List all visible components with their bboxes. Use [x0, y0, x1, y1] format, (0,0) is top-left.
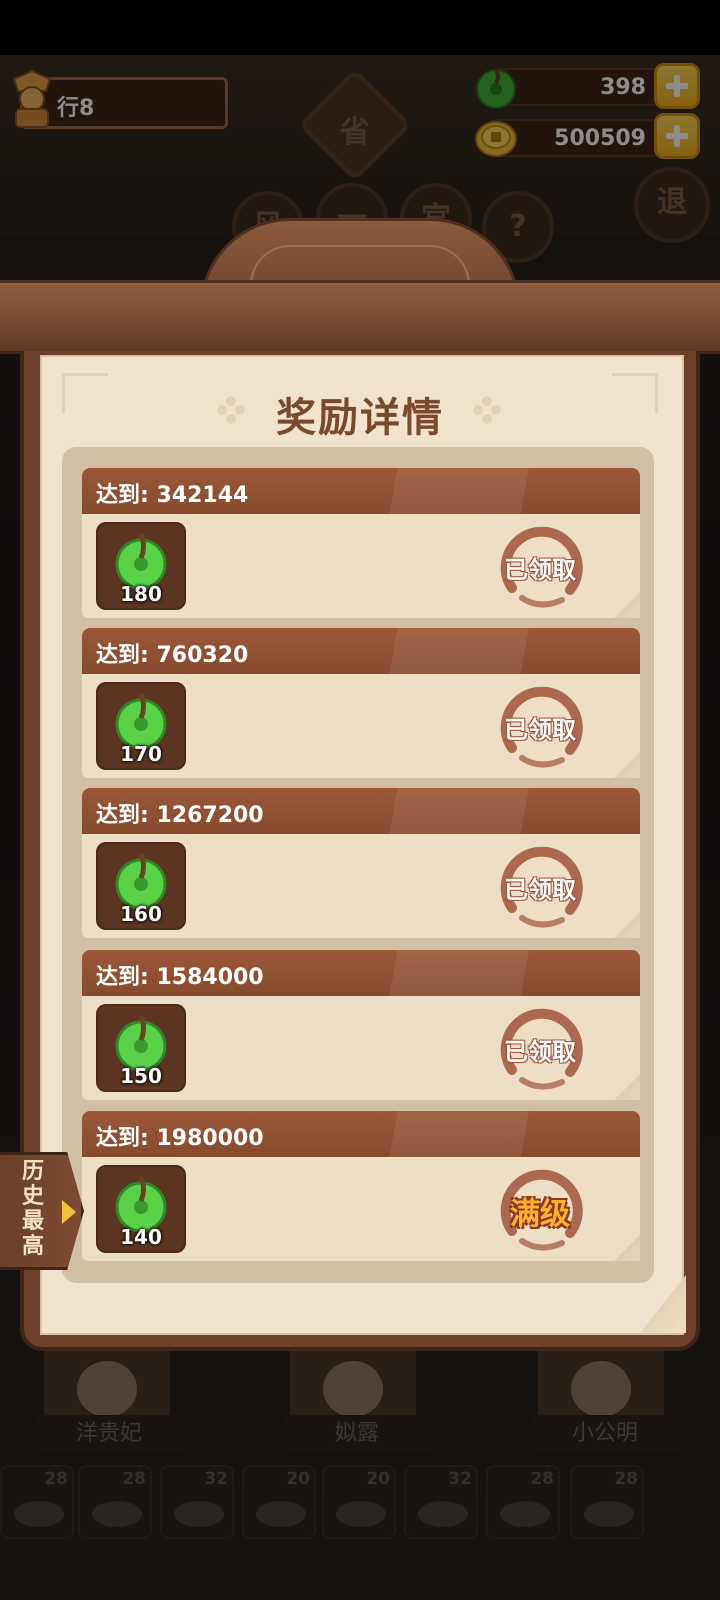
row-threshold-label: 达到: 1267200 [96, 803, 264, 828]
reward-count: 160 [120, 902, 162, 926]
row-body: 150 已领取 [82, 996, 640, 1100]
reward-row: 达到: 342144 180 已领取 [82, 468, 640, 618]
claim-status: 已领取 [504, 556, 576, 584]
reward-row: 达到: 1267200 160 已领取 [82, 788, 640, 938]
reward-item[interactable]: 150 [96, 1004, 186, 1092]
claim-status: 已领取 [504, 876, 576, 904]
jade-disc-icon [115, 853, 167, 910]
frame-beam [0, 280, 720, 354]
max-level-status: 满级 [510, 1197, 570, 1232]
row-body: 170 已领取 [82, 674, 640, 778]
history-best-label: 历史最高 [21, 1159, 44, 1259]
row-threshold-label: 达到: 342144 [96, 483, 249, 508]
reward-item[interactable]: 140 [96, 1165, 186, 1253]
jade-disc-icon [115, 533, 167, 590]
row-threshold-label: 达到: 1584000 [96, 965, 264, 990]
row-corner-fold [614, 1235, 640, 1261]
reward-item[interactable]: 180 [96, 522, 186, 610]
row-body: 140 满级 [82, 1157, 640, 1261]
jade-disc-icon [115, 1015, 167, 1072]
title-ornament-icon [473, 396, 501, 424]
claimed-stamp: 已领取 [492, 1000, 588, 1096]
max-level-stamp: 满级 [492, 1161, 588, 1257]
game-screen: 省 风 一 宫 ? 退 洋贵妃 姒露 小公明 28 28 32 20 20 32… [0, 55, 720, 1600]
reward-item[interactable]: 170 [96, 682, 186, 770]
frame-arch-trim [250, 245, 470, 285]
reward-count: 140 [120, 1225, 162, 1249]
claimed-stamp: 已领取 [492, 678, 588, 774]
jade-disc-icon [115, 693, 167, 750]
row-body: 160 已领取 [82, 834, 640, 938]
row-header: 达到: 1267200 [82, 788, 640, 834]
reward-item[interactable]: 160 [96, 842, 186, 930]
row-corner-fold [614, 592, 640, 618]
jade-disc-icon [115, 1176, 167, 1233]
reward-row: 达到: 760320 170 已领取 [82, 628, 640, 778]
row-header: 达到: 342144 [82, 468, 640, 514]
claimed-stamp: 已领取 [492, 518, 588, 614]
reward-row: 达到: 1980000 140 满级 [82, 1111, 640, 1261]
panel-title: 奖励详情 [276, 395, 444, 441]
row-threshold-label: 达到: 1980000 [96, 1126, 264, 1151]
row-corner-fold [614, 912, 640, 938]
row-body: 180 已领取 [82, 514, 640, 618]
row-corner-fold [614, 752, 640, 778]
row-corner-fold [614, 1074, 640, 1100]
reward-count: 170 [120, 742, 162, 766]
row-header: 达到: 1584000 [82, 950, 640, 996]
row-threshold-label: 达到: 760320 [96, 643, 249, 668]
reward-count: 180 [120, 582, 162, 606]
row-header: 达到: 760320 [82, 628, 640, 674]
row-header: 达到: 1980000 [82, 1111, 640, 1157]
claim-status: 已领取 [504, 1038, 576, 1066]
claimed-stamp: 已领取 [492, 838, 588, 934]
claim-status: 已领取 [504, 716, 576, 744]
reward-row: 达到: 1584000 150 已领取 [82, 950, 640, 1100]
reward-count: 150 [120, 1064, 162, 1088]
arrow-right-icon [62, 1200, 76, 1224]
